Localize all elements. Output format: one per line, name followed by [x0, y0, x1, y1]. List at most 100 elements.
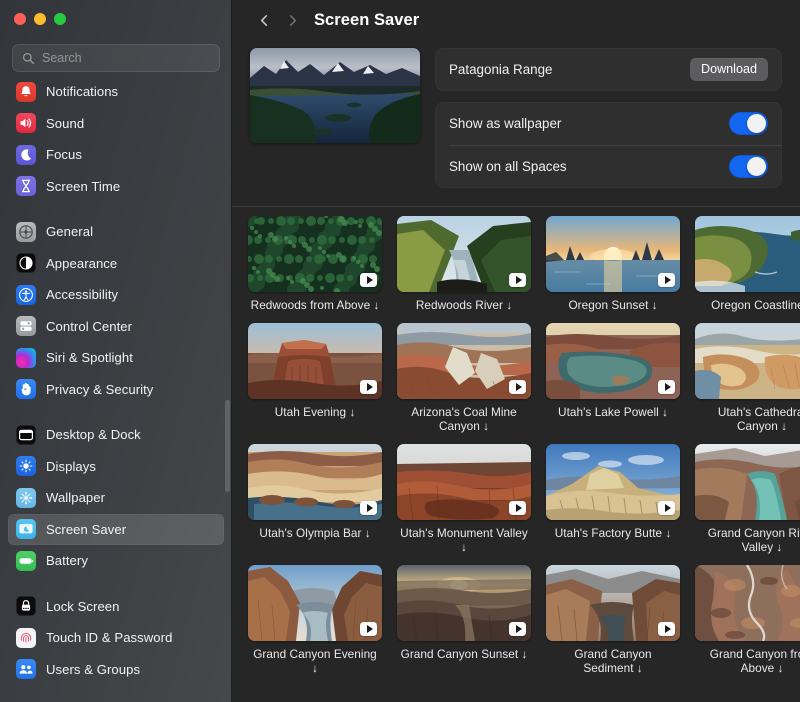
- screen-saver-thumbnail[interactable]: [695, 323, 800, 399]
- option-show-on-all-spaces[interactable]: Show on all Spaces: [435, 145, 782, 188]
- sidebar-item-touch-id-password[interactable]: Touch ID & Password: [8, 622, 224, 654]
- sidebar-item-label: Siri & Spotlight: [46, 350, 133, 365]
- screen-saver-tile[interactable]: Utah Evening ↓: [248, 323, 382, 444]
- screen-saver-tile[interactable]: Utah's Lake Powell ↓: [546, 323, 680, 444]
- download-arrow-icon[interactable]: ↓: [637, 663, 643, 675]
- screen-saver-tile[interactable]: Utah's Factory Butte ↓: [546, 444, 680, 565]
- brightness-sun-icon: [16, 456, 36, 476]
- screen-saver-title-text: Redwoods from Above: [251, 298, 371, 312]
- screen-saver-title: Grand Canyon River Valley ↓: [695, 526, 800, 565]
- sidebar: Notifications SoundFocusScreen Time Genera…: [0, 0, 232, 702]
- screen-saver-tile[interactable]: Redwoods River ↓: [397, 216, 531, 323]
- show-on-all-spaces-toggle[interactable]: [729, 155, 768, 178]
- screen-saver-tile[interactable]: Redwoods from Above ↓: [248, 216, 382, 323]
- sidebar-item-control-center[interactable]: Control Center: [8, 311, 224, 343]
- download-arrow-icon[interactable]: ↓: [349, 407, 355, 419]
- search-box[interactable]: [12, 44, 220, 72]
- toggle-knob: [747, 157, 766, 176]
- forward-button[interactable]: [278, 6, 306, 34]
- screen-saver-tile[interactable]: Grand Canyon Sediment ↓: [546, 565, 680, 686]
- minimize-button[interactable]: [34, 13, 46, 25]
- screen-saver-thumbnail[interactable]: [248, 323, 382, 399]
- sidebar-nav[interactable]: Notifications SoundFocusScreen Time Genera…: [0, 76, 232, 702]
- sidebar-scrollbar[interactable]: [225, 400, 230, 492]
- option-label: Show as wallpaper: [449, 116, 561, 131]
- sidebar-item-desktop-dock[interactable]: Desktop & Dock: [8, 419, 224, 451]
- sidebar-item-sound[interactable]: Sound: [8, 108, 224, 140]
- screen-saver-thumbnail[interactable]: [546, 565, 680, 641]
- sidebar-group: Desktop & DockDisplays Wallpaper Screen Sa…: [8, 419, 224, 577]
- download-arrow-icon[interactable]: ↓: [662, 407, 668, 419]
- download-arrow-icon[interactable]: ↓: [781, 421, 787, 433]
- sidebar-item-lock-screen[interactable]: Lock Screen: [8, 591, 224, 623]
- screen-saver-thumbnail[interactable]: [397, 565, 531, 641]
- sidebar-item-displays[interactable]: Displays: [8, 451, 224, 483]
- screen-saver-gallery-scroll[interactable]: Redwoods from Above ↓ Redwoods River ↓ O…: [232, 202, 800, 702]
- screen-saver-preview[interactable]: [250, 48, 420, 143]
- download-button[interactable]: Download: [690, 58, 768, 81]
- screen-saver-thumbnail[interactable]: [695, 216, 800, 292]
- sidebar-item-appearance[interactable]: Appearance: [8, 248, 224, 280]
- screen-saver-tile[interactable]: Oregon Sunset ↓: [546, 216, 680, 323]
- download-arrow-icon[interactable]: ↓: [665, 528, 671, 540]
- screen-saver-tile[interactable]: Grand Canyon River Valley ↓: [695, 444, 800, 565]
- sidebar-item-notifications[interactable]: Notifications: [8, 76, 224, 108]
- screen-saver-tile[interactable]: Grand Canyon from Above ↓: [695, 565, 800, 686]
- screen-saver-tile[interactable]: Grand Canyon Evening ↓: [248, 565, 382, 686]
- download-arrow-icon[interactable]: ↓: [483, 421, 489, 433]
- sidebar-item-siri-spotlight[interactable]: Siri & Spotlight: [8, 342, 224, 374]
- screen-saver-thumbnail[interactable]: [695, 444, 800, 520]
- screen-saver-thumbnail[interactable]: [695, 565, 800, 641]
- sidebar-item-users-groups[interactable]: Users & Groups: [8, 654, 224, 686]
- screen-saver-thumbnail[interactable]: [546, 323, 680, 399]
- screen-saver-thumbnail[interactable]: [397, 323, 531, 399]
- sidebar-item-focus[interactable]: Focus: [8, 139, 224, 171]
- download-arrow-icon[interactable]: ↓: [506, 300, 512, 312]
- top-section: Patagonia Range Download Show as wallpap…: [232, 40, 800, 188]
- search-container: [0, 34, 232, 80]
- screen-saver-title-text: Utah's Factory Butte: [555, 526, 662, 540]
- sidebar-item-wallpaper[interactable]: Wallpaper: [8, 482, 224, 514]
- screen-saver-title: Oregon Sunset ↓: [546, 298, 680, 323]
- screen-saver-thumbnail[interactable]: [546, 444, 680, 520]
- screen-saver-tile[interactable]: Arizona's Coal Mine Canyon ↓: [397, 323, 531, 444]
- screen-saver-thumbnail[interactable]: [248, 565, 382, 641]
- sidebar-item-privacy-security[interactable]: Privacy & Security: [8, 374, 224, 406]
- download-arrow-icon[interactable]: ↓: [522, 649, 528, 661]
- sidebar-item-screen-saver[interactable]: Screen Saver: [8, 514, 224, 546]
- screen-saver-thumbnail[interactable]: [397, 216, 531, 292]
- screen-saver-tile[interactable]: Utah's Olympia Bar ↓: [248, 444, 382, 565]
- zoom-button[interactable]: [54, 13, 66, 25]
- download-arrow-icon[interactable]: ↓: [777, 542, 783, 554]
- screen-saver-tile[interactable]: Utah's Cathedral Canyon ↓: [695, 323, 800, 444]
- download-arrow-icon[interactable]: ↓: [778, 663, 784, 675]
- option-show-as-wallpaper[interactable]: Show as wallpaper: [435, 102, 782, 145]
- close-button[interactable]: [14, 13, 26, 25]
- content-pane: Screen Saver: [232, 0, 800, 702]
- screen-saver-tile[interactable]: Utah's Monument Valley ↓: [397, 444, 531, 565]
- wallpaper-flower-icon: [16, 488, 36, 508]
- download-arrow-icon[interactable]: ↓: [374, 300, 380, 312]
- sidebar-item-label: Notifications: [46, 84, 118, 99]
- selected-saver-row: Patagonia Range Download: [435, 48, 782, 91]
- search-input[interactable]: [42, 51, 210, 65]
- sidebar-group: Lock ScreenTouch ID & PasswordUsers & Gr…: [8, 591, 224, 686]
- download-arrow-icon[interactable]: ↓: [312, 663, 318, 675]
- back-button[interactable]: [250, 6, 278, 34]
- screen-saver-tile[interactable]: Oregon Coastline ↓: [695, 216, 800, 323]
- play-badge-icon: [509, 501, 526, 515]
- screen-saver-tile[interactable]: Grand Canyon Sunset ↓: [397, 565, 531, 686]
- download-arrow-icon[interactable]: ↓: [652, 300, 658, 312]
- sidebar-item-accessibility[interactable]: Accessibility: [8, 279, 224, 311]
- sidebar-item-battery[interactable]: Battery: [8, 545, 224, 577]
- screen-saver-thumbnail[interactable]: [248, 444, 382, 520]
- screen-saver-thumbnail[interactable]: [397, 444, 531, 520]
- show-as-wallpaper-toggle[interactable]: [729, 112, 768, 135]
- download-arrow-icon[interactable]: ↓: [461, 542, 467, 554]
- sidebar-item-general[interactable]: General: [8, 216, 224, 248]
- sidebar-item-screen-time[interactable]: Screen Time: [8, 171, 224, 203]
- screen-saver-thumbnail[interactable]: [248, 216, 382, 292]
- download-arrow-icon[interactable]: ↓: [365, 528, 371, 540]
- screen-saver-thumbnail[interactable]: [546, 216, 680, 292]
- sidebar-item-label: Wallpaper: [46, 490, 105, 505]
